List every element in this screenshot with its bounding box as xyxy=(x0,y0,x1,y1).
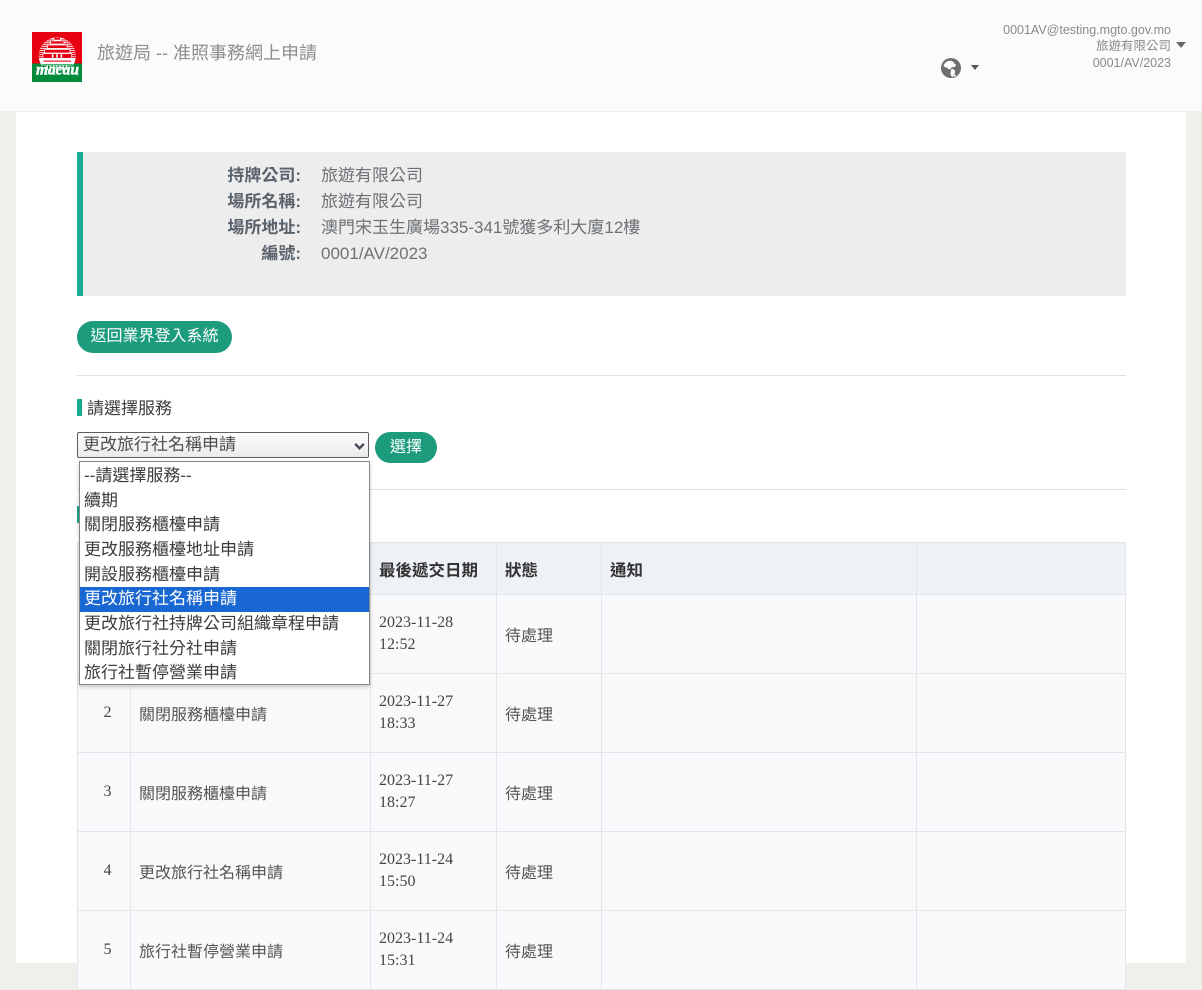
svg-text:macau: macau xyxy=(36,62,79,79)
